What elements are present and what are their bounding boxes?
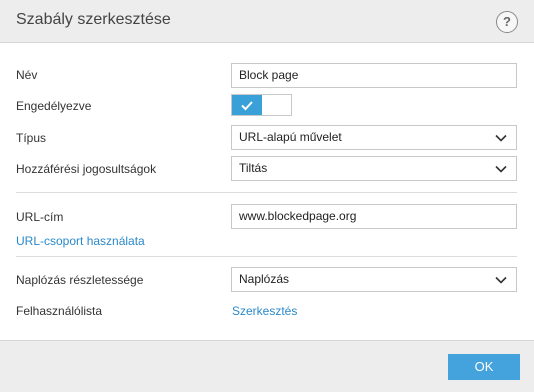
dialog-header: Szabály szerkesztése ? bbox=[0, 0, 534, 43]
name-label: Név bbox=[16, 68, 38, 82]
dialog-title: Szabály szerkesztése bbox=[16, 11, 171, 28]
access-select-value: Tiltás bbox=[239, 161, 268, 175]
enabled-toggle[interactable] bbox=[231, 94, 292, 116]
type-label: Típus bbox=[16, 131, 47, 145]
log-level-label: Naplózás részletessége bbox=[16, 273, 144, 287]
user-list-edit-link[interactable]: Szerkesztés bbox=[232, 304, 297, 318]
divider bbox=[16, 192, 517, 193]
divider bbox=[16, 256, 517, 257]
type-select[interactable]: URL-alapú művelet bbox=[231, 125, 517, 150]
chevron-down-icon bbox=[495, 134, 507, 142]
url-group-link[interactable]: URL-csoport használata bbox=[16, 234, 145, 248]
checkmark-icon bbox=[241, 101, 253, 111]
enabled-label: Engedélyezve bbox=[16, 99, 92, 113]
user-list-label: Felhasználólista bbox=[16, 304, 103, 318]
name-input[interactable]: Block page bbox=[231, 63, 517, 88]
ok-button[interactable]: OK bbox=[448, 354, 520, 380]
url-input[interactable]: www.blockedpage.org bbox=[231, 204, 517, 229]
chevron-down-icon bbox=[495, 165, 507, 173]
url-label: URL-cím bbox=[16, 210, 64, 224]
log-level-select-value: Naplózás bbox=[239, 272, 290, 286]
type-select-value: URL-alapú művelet bbox=[239, 130, 342, 144]
toggle-on-segment bbox=[232, 95, 262, 115]
help-icon[interactable]: ? bbox=[496, 11, 518, 33]
dialog-footer: OK bbox=[0, 340, 534, 392]
access-select[interactable]: Tiltás bbox=[231, 156, 517, 181]
access-label: Hozzáférési jogosultságok bbox=[16, 162, 157, 176]
log-level-select[interactable]: Naplózás bbox=[231, 267, 517, 292]
chevron-down-icon bbox=[495, 276, 507, 284]
